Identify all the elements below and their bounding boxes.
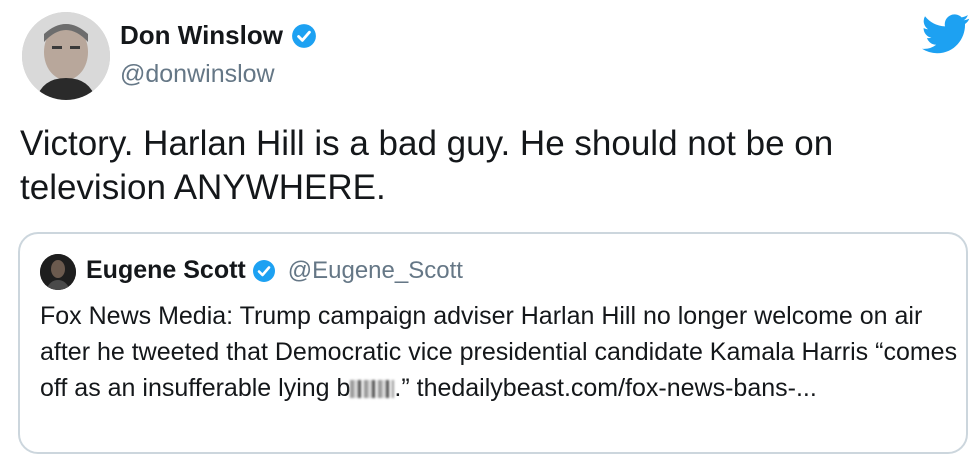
censored-word xyxy=(350,380,395,398)
quoted-display-name: Eugene Scott xyxy=(86,256,246,284)
verified-badge-icon xyxy=(252,259,275,282)
quoted-name-row: Eugene Scott @Eugene_Scott xyxy=(86,256,463,285)
quoted-text: Fox News Media: Trump campaign adviser H… xyxy=(40,298,960,406)
author-name-row: Don Winslow xyxy=(120,20,317,51)
author-display-name[interactable]: Don Winslow xyxy=(120,20,283,51)
quoted-handle: @Eugene_Scott xyxy=(287,256,463,284)
twitter-bird-icon[interactable] xyxy=(922,14,970,54)
author-avatar[interactable] xyxy=(22,12,110,100)
author-handle[interactable]: @donwinslow xyxy=(120,60,275,89)
quoted-text-after: .” thedailybeast.com/fox-news-bans-... xyxy=(394,374,817,402)
quoted-tweet[interactable]: Eugene Scott @Eugene_Scott Fox News Medi… xyxy=(18,232,968,454)
tweet-card: Don Winslow @donwinslow Victory. Harlan … xyxy=(0,0,980,465)
verified-badge-icon xyxy=(292,23,316,48)
tweet-text: Victory. Harlan Hill is a bad guy. He sh… xyxy=(20,124,834,207)
quoted-author-avatar xyxy=(40,254,76,290)
